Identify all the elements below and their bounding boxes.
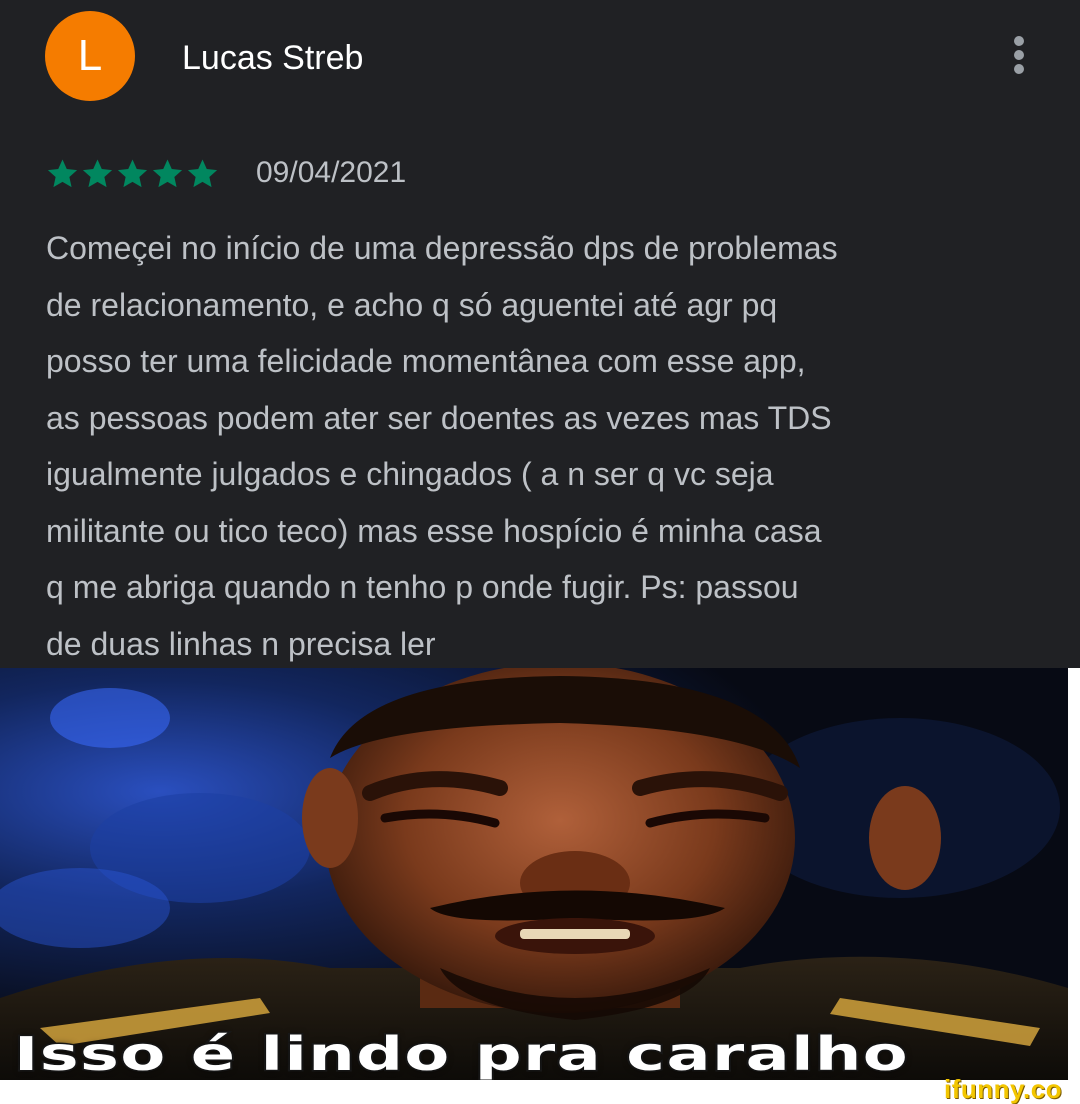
review-text: Começei no início de uma depressão dps d… xyxy=(46,220,1056,672)
review-text-line: militante ou tico teco) mas esse hospíci… xyxy=(46,512,822,549)
bottom-strip xyxy=(0,1080,1080,1100)
review-text-line: q me abriga quando n tenho p onde fugir.… xyxy=(46,569,799,605)
review-text-line: as pessoas podem ater ser doentes as vez… xyxy=(46,399,832,436)
ifunny-watermark: ifunny.co xyxy=(944,1074,1063,1104)
star-icon xyxy=(187,158,218,187)
meme-image xyxy=(0,668,1068,1080)
star-icon xyxy=(47,158,78,187)
star-icon xyxy=(82,158,113,187)
review-date: 09/04/2021 xyxy=(256,156,407,189)
review-text-line: igualmente julgados e chingados ( a n se… xyxy=(46,456,774,492)
meme-caption: Isso é lindo pra caralho xyxy=(12,1027,910,1082)
star-rating xyxy=(46,150,221,196)
review-text-line: de duas linhas n precisa ler xyxy=(46,625,436,662)
avatar[interactable]: L xyxy=(45,11,135,101)
star-icon xyxy=(117,158,148,187)
review-text-line: Começei no início de uma depressão dps d… xyxy=(46,230,838,266)
review-card: L Lucas Streb 09/04/2021 Começei no iníc… xyxy=(0,0,1080,668)
review-text-line: de relacionamento, e acho q só aguentei … xyxy=(46,286,778,323)
author-name: Lucas Streb xyxy=(182,39,364,77)
star-icon xyxy=(152,158,183,187)
more-vertical-icon[interactable] xyxy=(1004,34,1034,80)
review-text-line: posso ter uma felicidade momentânea com … xyxy=(46,343,806,379)
meme-photo xyxy=(0,668,1068,1080)
